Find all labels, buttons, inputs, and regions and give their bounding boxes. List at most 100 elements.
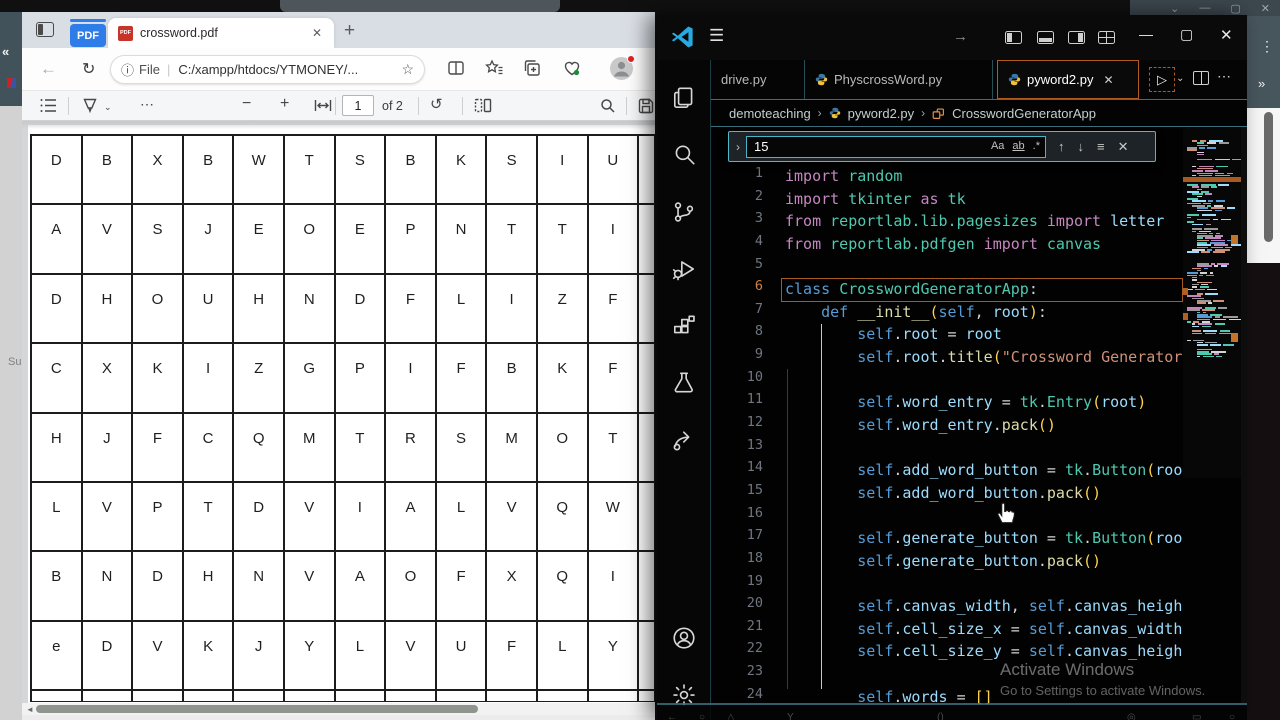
find-input[interactable]: 15 Aa ab .* xyxy=(746,135,1046,158)
regex-icon[interactable]: .* xyxy=(1033,140,1040,152)
fit-width-icon[interactable] xyxy=(314,98,332,113)
browser-tab-crossword-pdf[interactable]: PDF crossword.pdf ✕ xyxy=(108,18,334,48)
vscode-logo-icon[interactable] xyxy=(669,24,695,50)
background-scrollbar-thumb[interactable] xyxy=(1264,112,1273,242)
run-button[interactable]: ▷ xyxy=(1149,67,1175,92)
code-line[interactable] xyxy=(785,573,1183,596)
profile-avatar[interactable] xyxy=(610,55,635,80)
rotate-icon[interactable]: ↺ xyxy=(430,95,443,113)
explorer-icon[interactable] xyxy=(671,85,697,111)
whole-word-icon[interactable]: ab xyxy=(1012,140,1024,152)
minimap-row xyxy=(1197,209,1213,212)
editor-tab-pyword2-py[interactable]: pyword2.py ✕ xyxy=(997,60,1139,99)
editor-tab-drive-py[interactable]: drive.py xyxy=(711,60,805,99)
menu-icon[interactable]: ☰ xyxy=(709,26,724,46)
editor-more-actions-icon[interactable]: ⋯ xyxy=(1217,68,1231,85)
run-debug-icon[interactable] xyxy=(671,256,697,282)
code-line[interactable]: import tkinter as tk xyxy=(785,188,1183,211)
find-next-icon[interactable]: ↓ xyxy=(1078,139,1085,155)
testing-icon[interactable] xyxy=(671,370,697,396)
search-icon[interactable] xyxy=(671,142,697,168)
pdf-search-icon[interactable] xyxy=(600,98,616,114)
grid-cell: F xyxy=(486,620,537,691)
minimap[interactable] xyxy=(1183,128,1241,478)
code-line[interactable]: self.word_entry.pack() xyxy=(785,414,1183,437)
code-line[interactable] xyxy=(785,256,1183,279)
code-line[interactable]: class CrosswordGeneratorApp: xyxy=(785,278,1183,301)
new-tab-button[interactable]: + xyxy=(344,20,355,42)
code-line[interactable]: self.root.title("Crossword Generator") xyxy=(785,346,1183,369)
toggle-panel-icon[interactable] xyxy=(1037,31,1054,44)
extensions-icon[interactable] xyxy=(671,313,697,339)
page-view-icon[interactable] xyxy=(474,98,492,113)
scrollbar-thumb[interactable] xyxy=(36,705,478,713)
address-bar[interactable]: ⓘ File | C:/xampp/htdocs/YTMONEY/... ☆ xyxy=(110,55,425,84)
browser-essentials-icon[interactable] xyxy=(562,58,584,80)
refresh-button[interactable]: ↻ xyxy=(82,59,95,79)
run-dropdown-icon[interactable]: ⌄ xyxy=(1176,73,1184,84)
customize-layout-icon[interactable] xyxy=(1098,31,1115,44)
collections-icon[interactable] xyxy=(522,58,544,80)
draw-pen-icon[interactable] xyxy=(82,98,98,113)
pdf-more-icon[interactable]: ⋯ xyxy=(140,96,154,113)
pdf-horizontal-scrollbar[interactable]: ◄ xyxy=(22,703,655,715)
find-previous-icon[interactable]: ↑ xyxy=(1058,139,1065,155)
info-icon[interactable]: ⓘ xyxy=(121,60,134,79)
zoom-out-button[interactable]: − xyxy=(242,95,251,113)
source-control-icon[interactable] xyxy=(671,199,697,225)
nav-forward-icon[interactable]: → xyxy=(953,28,968,45)
code-line[interactable]: self.canvas_width, self.canvas_height xyxy=(785,595,1183,618)
minimize-button[interactable]: — xyxy=(1139,26,1153,42)
back-button[interactable]: ← xyxy=(40,59,57,79)
code-line[interactable]: from reportlab.lib.pagesizes import lett… xyxy=(785,210,1183,233)
grid-cell xyxy=(435,690,487,701)
code-line[interactable]: self.cell_size_x = self.canvas_width / xyxy=(785,618,1183,641)
tab-close-icon[interactable]: ✕ xyxy=(310,26,324,40)
toc-icon[interactable] xyxy=(40,98,57,113)
code-line[interactable] xyxy=(785,505,1183,528)
minimap-row xyxy=(1197,237,1203,239)
favorites-icon[interactable] xyxy=(484,58,506,80)
scroll-left-arrow-icon[interactable]: ◄ xyxy=(26,705,34,714)
close-button[interactable]: ✕ xyxy=(1220,26,1233,44)
code-editor[interactable]: 1 2 3 4 5 6 7 8 9 10 11 12 13 14 15 16 17 18 19 20 21 22 23 24 … xyxy=(712,127,1247,706)
live-share-icon[interactable] xyxy=(671,427,697,453)
breadcrumb-item[interactable]: CrosswordGeneratorApp xyxy=(952,106,1096,121)
toggle-secondary-sidebar-icon[interactable] xyxy=(1068,31,1085,44)
pen-dropdown-icon[interactable]: ⌄ xyxy=(104,102,112,113)
favorite-star-icon[interactable]: ☆ xyxy=(401,61,414,78)
find-in-selection-icon[interactable]: ≡ xyxy=(1097,139,1105,155)
page-number-input[interactable]: 1 xyxy=(342,95,374,116)
match-case-icon[interactable]: Aa xyxy=(991,140,1004,152)
maximize-button[interactable]: ▢ xyxy=(1180,26,1193,43)
code-lines[interactable]: import random import tkinter as tk from re… xyxy=(785,165,1183,708)
workspaces-icon[interactable] xyxy=(36,22,54,37)
code-line[interactable]: import random xyxy=(785,165,1183,188)
code-line[interactable]: self.add_word_button = tk.Button(root, xyxy=(785,459,1183,482)
editor-tab-PhyscrossWord-py[interactable]: PhyscrossWord.py xyxy=(805,60,993,99)
breadcrumb-item[interactable]: demoteaching xyxy=(729,106,811,121)
save-icon[interactable] xyxy=(638,98,654,114)
accounts-icon[interactable] xyxy=(671,625,697,651)
breadcrumb-item[interactable]: pyword2.py xyxy=(848,106,914,121)
tab-close-icon[interactable]: ✕ xyxy=(1103,73,1113,87)
split-screen-icon[interactable] xyxy=(446,58,468,80)
pdf-pinned-badge[interactable]: PDF xyxy=(70,24,106,47)
code-line[interactable]: self.root = root xyxy=(785,323,1183,346)
grid-cell xyxy=(132,690,183,701)
code-line[interactable]: def __init__(self, root): xyxy=(785,301,1183,324)
code-line[interactable]: self.generate_button.pack() xyxy=(785,550,1183,573)
code-line[interactable] xyxy=(785,437,1183,460)
split-editor-icon[interactable] xyxy=(1193,71,1209,85)
toggle-sidebar-icon[interactable] xyxy=(1005,31,1022,44)
code-line[interactable]: self.add_word_button.pack() xyxy=(785,482,1183,505)
editor-scrollbar[interactable] xyxy=(1241,127,1247,703)
collapse-icon: « xyxy=(2,44,10,59)
code-line[interactable] xyxy=(785,369,1183,392)
code-line[interactable]: self.generate_button = tk.Button(root, xyxy=(785,527,1183,550)
code-line[interactable]: self.word_entry = tk.Entry(root) xyxy=(785,391,1183,414)
find-close-icon[interactable]: ✕ xyxy=(1118,139,1129,155)
code-line[interactable]: from reportlab.pdfgen import canvas xyxy=(785,233,1183,256)
zoom-in-button[interactable]: + xyxy=(280,95,289,113)
find-expand-chevron-icon[interactable]: › xyxy=(736,140,740,154)
